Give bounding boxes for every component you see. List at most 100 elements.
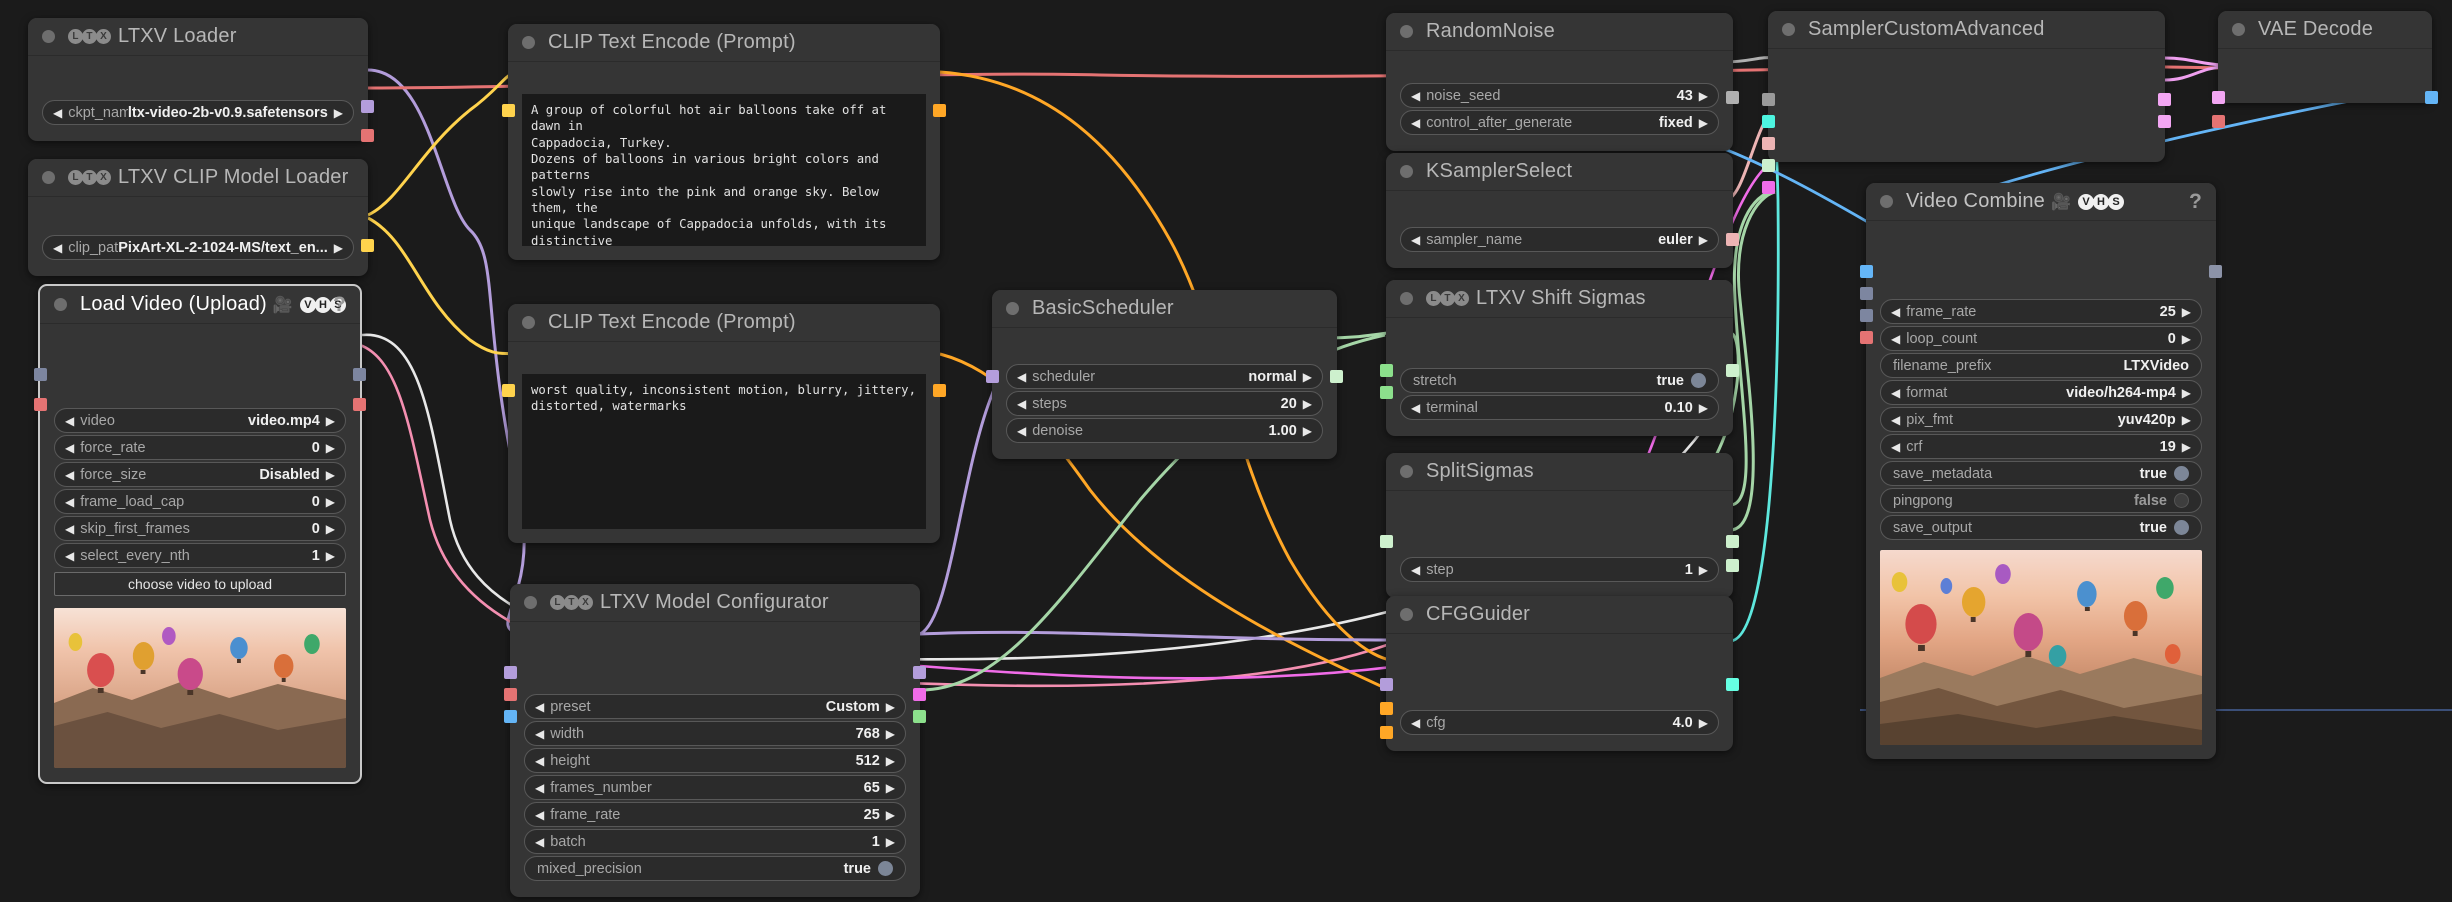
toggle-icon[interactable] [878, 861, 893, 876]
port-noise-in[interactable] [1762, 93, 1775, 106]
node-header[interactable]: Load Video (Upload) 🎥 VHS ? [40, 286, 360, 324]
node-header[interactable]: KSamplerSelect [1386, 153, 1733, 191]
widget-force-rate[interactable]: ◀ force_rate 0 ▶ [54, 435, 346, 460]
node-ksampler-select[interactable]: KSamplerSelect ◀ sampler_name euler ▶ [1386, 153, 1739, 268]
port-latent-in[interactable] [1380, 386, 1393, 399]
increment-arrow-icon[interactable]: ▶ [1699, 402, 1708, 414]
port-output-out[interactable] [2158, 93, 2171, 106]
widget-filename-prefix[interactable]: filename_prefix LTXVideo [1880, 353, 2202, 378]
port-sampler-out[interactable] [1726, 233, 1739, 246]
port-clip-in[interactable] [502, 384, 515, 397]
port-filenames-out[interactable] [2209, 265, 2222, 278]
toggle-icon[interactable] [2174, 493, 2189, 508]
decrement-arrow-icon[interactable]: ◀ [535, 728, 544, 740]
node-header[interactable]: RandomNoise [1386, 13, 1733, 51]
increment-arrow-icon[interactable]: ▶ [1699, 234, 1708, 246]
widget-preset[interactable]: ◀ preset Custom ▶ [524, 694, 906, 719]
port-model-in[interactable] [1380, 678, 1393, 691]
increment-arrow-icon[interactable]: ▶ [326, 415, 335, 427]
increment-arrow-icon[interactable]: ▶ [326, 523, 335, 535]
port-noise-out[interactable] [1726, 91, 1739, 104]
port-image-out[interactable] [2425, 91, 2438, 104]
port-audio-in[interactable] [1860, 287, 1873, 300]
decrement-arrow-icon[interactable]: ◀ [535, 836, 544, 848]
increment-arrow-icon[interactable]: ▶ [1699, 564, 1708, 576]
widget-batch[interactable]: ◀ batch 1 ▶ [524, 829, 906, 854]
node-header[interactable]: LTX LTXV Shift Sigmas [1386, 280, 1733, 318]
increment-arrow-icon[interactable]: ▶ [2182, 306, 2191, 318]
node-header[interactable]: SamplerCustomAdvanced [1768, 11, 2165, 49]
port-high-sigmas-out[interactable] [1726, 535, 1739, 548]
increment-arrow-icon[interactable]: ▶ [326, 469, 335, 481]
collapse-dot-icon[interactable] [2232, 23, 2245, 36]
port-sigmas-out[interactable] [1330, 370, 1343, 383]
port-negative-in[interactable] [1380, 726, 1393, 739]
increment-arrow-icon[interactable]: ▶ [886, 836, 895, 848]
widget-frames-number[interactable]: ◀ frames_number 65 ▶ [524, 775, 906, 800]
increment-arrow-icon[interactable]: ▶ [326, 496, 335, 508]
collapse-dot-icon[interactable] [1400, 165, 1413, 178]
decrement-arrow-icon[interactable]: ◀ [1017, 371, 1026, 383]
node-random-noise[interactable]: RandomNoise ◀ noise_seed 43 ▶ ◀ control_… [1386, 13, 1739, 151]
decrement-arrow-icon[interactable]: ◀ [1411, 90, 1420, 102]
increment-arrow-icon[interactable]: ▶ [1699, 717, 1708, 729]
port-sigmas-in[interactable] [1380, 535, 1393, 548]
node-header[interactable]: LTX LTXV Loader [28, 18, 368, 56]
increment-arrow-icon[interactable]: ▶ [2182, 414, 2191, 426]
help-button[interactable]: ? [2189, 190, 2202, 214]
workflow-canvas[interactable]: LTX LTXV Loader ◀ ckpt_name ltx-video-2b… [0, 0, 2452, 902]
increment-arrow-icon[interactable]: ▶ [2182, 441, 2191, 453]
increment-arrow-icon[interactable]: ▶ [326, 442, 335, 454]
widget-crf[interactable]: ◀ crf 19 ▶ [1880, 434, 2202, 459]
decrement-arrow-icon[interactable]: ◀ [65, 415, 74, 427]
prompt-textarea[interactable]: A group of colorful hot air balloons tak… [522, 94, 926, 246]
widget-ckpt-name[interactable]: ◀ ckpt_name ltx-video-2b-v0.9.safetensor… [42, 100, 354, 125]
port-conditioning-out[interactable] [933, 384, 946, 397]
decrement-arrow-icon[interactable]: ◀ [1017, 425, 1026, 437]
increment-arrow-icon[interactable]: ▶ [1303, 425, 1312, 437]
decrement-arrow-icon[interactable]: ◀ [65, 469, 74, 481]
port-vae-in[interactable] [1860, 331, 1873, 344]
node-cfg-guider[interactable]: CFGGuider ◀ cfg 4.0 ▶ [1380, 596, 1739, 751]
widget-width[interactable]: ◀ width 768 ▶ [524, 721, 906, 746]
port-mask-out[interactable] [353, 398, 366, 411]
decrement-arrow-icon[interactable]: ◀ [1411, 402, 1420, 414]
decrement-arrow-icon[interactable]: ◀ [53, 242, 62, 254]
increment-arrow-icon[interactable]: ▶ [886, 728, 895, 740]
increment-arrow-icon[interactable]: ▶ [886, 782, 895, 794]
port-positive-in[interactable] [1380, 702, 1393, 715]
port-low-sigmas-out[interactable] [1726, 559, 1739, 572]
node-header[interactable]: CLIP Text Encode (Prompt) [508, 24, 940, 62]
node-header[interactable]: SplitSigmas [1386, 453, 1733, 491]
port-vae-out[interactable] [361, 129, 374, 142]
port-sampler-in[interactable] [1762, 137, 1775, 150]
port-sigmas-in[interactable] [1762, 159, 1775, 172]
port-conditioning-out[interactable] [933, 104, 946, 117]
collapse-dot-icon[interactable] [1400, 608, 1413, 621]
port-denoised-output-out[interactable] [2158, 115, 2171, 128]
decrement-arrow-icon[interactable]: ◀ [65, 496, 74, 508]
port-image-in[interactable] [504, 710, 517, 723]
increment-arrow-icon[interactable]: ▶ [1699, 117, 1708, 129]
decrement-arrow-icon[interactable]: ◀ [535, 755, 544, 767]
widget-cfg[interactable]: ◀ cfg 4.0 ▶ [1400, 710, 1719, 735]
node-ltxv-shift-sigmas[interactable]: LTX LTXV Shift Sigmas stretch true ◀ ter… [1380, 280, 1739, 436]
port-clip-out[interactable] [361, 239, 374, 252]
decrement-arrow-icon[interactable]: ◀ [65, 550, 74, 562]
collapse-dot-icon[interactable] [1400, 465, 1413, 478]
decrement-arrow-icon[interactable]: ◀ [1891, 387, 1900, 399]
port-samples-in[interactable] [2212, 91, 2225, 104]
collapse-dot-icon[interactable] [42, 171, 55, 184]
widget-save-metadata[interactable]: save_metadata true [1880, 461, 2202, 486]
help-button[interactable]: ? [333, 293, 346, 317]
collapse-dot-icon[interactable] [1006, 302, 1019, 315]
widget-pingpong[interactable]: pingpong false [1880, 488, 2202, 513]
port-image-out[interactable] [353, 368, 366, 381]
widget-frame-load-cap[interactable]: ◀ frame_load_cap 0 ▶ [54, 489, 346, 514]
port-sigmas-in[interactable] [1380, 364, 1393, 377]
widget-terminal[interactable]: ◀ terminal 0.10 ▶ [1400, 395, 1719, 420]
node-basic-scheduler[interactable]: BasicScheduler ◀ scheduler normal ▶ ◀ st… [986, 290, 1343, 459]
node-header[interactable]: VAE Decode [2218, 11, 2432, 49]
widget-save-output[interactable]: save_output true [1880, 515, 2202, 540]
node-clip-text-encode-negative[interactable]: CLIP Text Encode (Prompt) worst quality,… [502, 304, 946, 543]
